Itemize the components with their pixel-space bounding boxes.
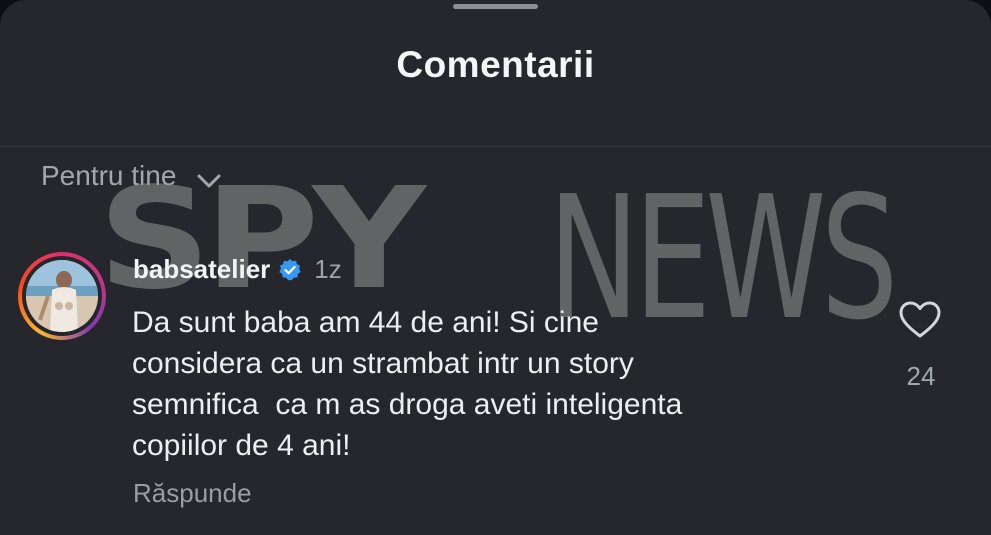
header-divider bbox=[0, 146, 991, 147]
comment-time: 1z bbox=[314, 254, 342, 284]
sheet-title: Comentarii bbox=[396, 44, 595, 85]
like-count: 24 bbox=[906, 361, 936, 391]
username[interactable]: babsatelier bbox=[133, 254, 270, 285]
story-ring[interactable] bbox=[18, 252, 106, 340]
sort-filter-dropdown[interactable]: Pentru tine bbox=[41, 160, 222, 192]
comment-body: Da sunt baba am 44 de ani! Si cine consi… bbox=[132, 302, 832, 466]
verified-badge-icon bbox=[278, 258, 302, 282]
comment-line: semnifica ca m as droga aveti inteligent… bbox=[132, 388, 683, 421]
comments-sheet: Comentarii Pentru tine SPY NEWS babsatel… bbox=[0, 0, 991, 535]
comment-line: Da sunt baba am 44 de ani! Si cine bbox=[132, 306, 599, 339]
avatar[interactable] bbox=[26, 260, 98, 332]
comment-line: considera ca un strambat intr un story bbox=[132, 347, 634, 380]
drag-handle[interactable] bbox=[453, 4, 538, 9]
heart-outline-icon[interactable] bbox=[898, 300, 942, 340]
comment-line: copiilor de 4 ani! bbox=[132, 429, 351, 462]
comment-header: babsatelier 1z bbox=[133, 254, 342, 285]
filter-label: Pentru tine bbox=[41, 160, 177, 191]
chevron-down-icon bbox=[196, 166, 222, 188]
reply-button[interactable]: Răspunde bbox=[133, 478, 252, 509]
